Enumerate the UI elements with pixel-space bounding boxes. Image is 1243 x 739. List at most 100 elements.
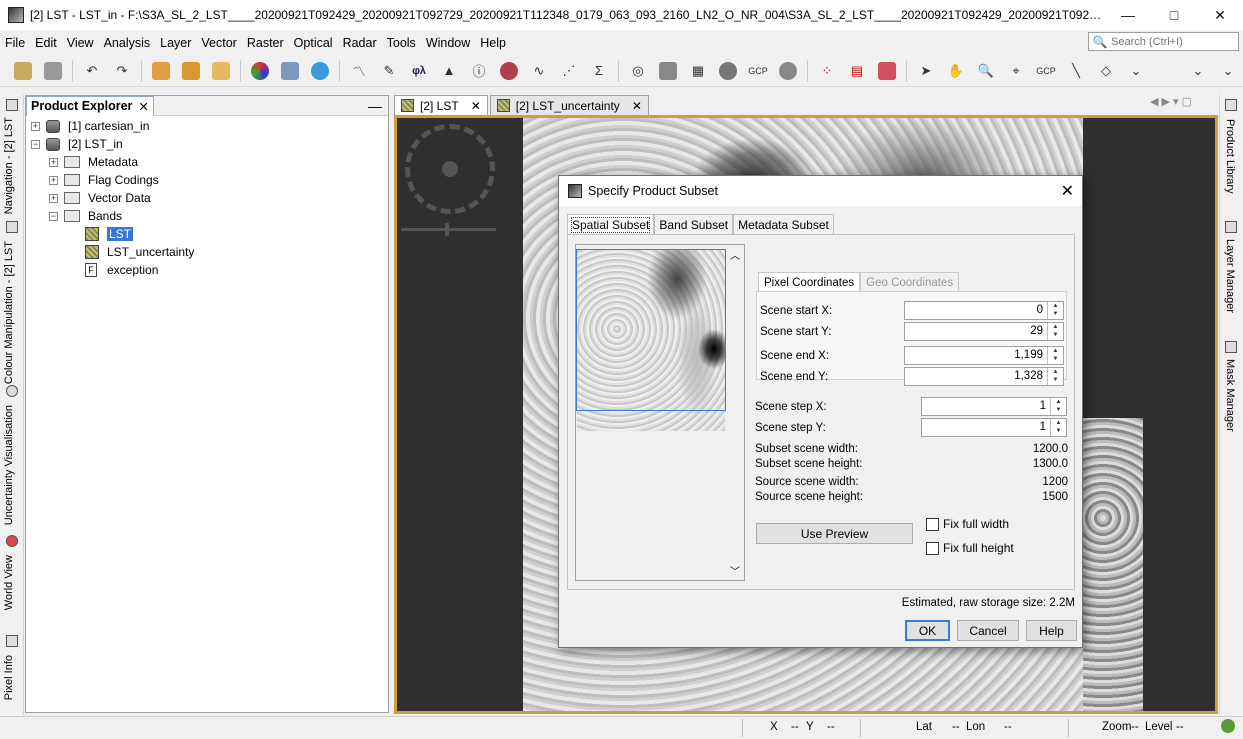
statistics-icon[interactable] [497, 59, 521, 83]
line-tool-icon[interactable]: ╲ [1064, 59, 1088, 83]
tree-node-metadata[interactable]: + Metadata [49, 153, 138, 171]
scene-step-y-spinner[interactable]: 1 ▲ ▼ [921, 418, 1067, 437]
scene-end-x-spinner[interactable]: 1,199 ▲ ▼ [904, 346, 1064, 365]
pan-tool-icon[interactable]: ✋ [944, 59, 968, 83]
use-preview-button[interactable]: Use Preview [756, 523, 913, 544]
grid-icon[interactable]: ▦ [686, 59, 710, 83]
spinner-arrows-icon[interactable]: ▲ ▼ [1050, 419, 1066, 436]
tab-spatial-subset[interactable]: Spatial Subset [567, 214, 655, 234]
scroll-up-icon[interactable]: ︿ [730, 247, 740, 262]
graph-builder-icon[interactable]: ⁘ [815, 59, 839, 83]
maximize-button[interactable]: □ [1151, 0, 1197, 30]
close-tab-icon[interactable]: ✕ [632, 99, 642, 113]
pan-control-icon[interactable] [405, 124, 495, 214]
menu-tools[interactable]: Tools [382, 36, 421, 50]
scroll-down-icon[interactable]: ﹀ [730, 563, 740, 578]
globe-icon[interactable] [776, 59, 800, 83]
close-tab-icon[interactable]: ✕ [471, 99, 481, 113]
undo-icon[interactable]: ↶ [80, 59, 104, 83]
image-view-icon[interactable] [875, 59, 899, 83]
tab-pixel-coordinates[interactable]: Pixel Coordinates [758, 272, 861, 292]
info-icon[interactable]: ⓘ [467, 59, 491, 83]
spinner-arrows-icon[interactable]: ▲ ▼ [1047, 302, 1063, 319]
expand-icon[interactable]: + [31, 121, 40, 131]
close-window-button[interactable]: ✕ [1197, 0, 1243, 30]
band-edit-icon[interactable] [209, 59, 233, 83]
expand-icon[interactable]: + [49, 157, 58, 167]
search-box[interactable]: 🔍 [1088, 32, 1239, 51]
mask-icon[interactable]: ◎ [626, 59, 650, 83]
spinner-arrows-icon[interactable]: ▲ ▼ [1050, 398, 1066, 415]
toolbar-overflow-icon-2[interactable]: ⌄ [1186, 59, 1210, 83]
tab-pixel-info[interactable]: Pixel Info [3, 655, 15, 700]
menu-raster[interactable]: Raster [242, 36, 289, 50]
pin-icon[interactable] [716, 59, 740, 83]
select-tool-icon[interactable]: ➤ [914, 59, 938, 83]
checkbox-box[interactable] [926, 517, 939, 531]
preview-scrollbar[interactable]: ︿ ﹀ [727, 245, 744, 580]
tab-metadata-subset[interactable]: Metadata Subset [733, 214, 834, 234]
tab-product-library[interactable]: Product Library [1224, 119, 1236, 194]
toolbar-overflow-icon[interactable]: ⌄ [1124, 59, 1148, 83]
tab-navigation-controls[interactable]: ◀ ▶ ▾ ▢ [1150, 95, 1192, 108]
spectrum-icon[interactable]: ∿ [527, 59, 551, 83]
toolbar-overflow-icon-3[interactable]: ⌄ [1216, 59, 1240, 83]
tab-layer-manager[interactable]: Layer Manager [1224, 239, 1236, 313]
tree-node-band-exception[interactable]: F exception [85, 261, 158, 279]
zoom-slider[interactable] [401, 223, 496, 236]
gcp-manager-icon[interactable]: GCP [746, 59, 770, 83]
tab-lst[interactable]: [2] LST ✕ [394, 95, 488, 115]
expand-icon[interactable]: + [49, 175, 58, 185]
tree-node-lst-in[interactable]: − [2] LST_in [31, 135, 123, 153]
tree-node-vector-data[interactable]: + Vector Data [49, 189, 151, 207]
open-product-icon[interactable] [11, 59, 35, 83]
tab-world-view[interactable]: World View [3, 555, 15, 610]
menu-edit[interactable]: Edit [30, 36, 62, 50]
profile-plot-icon[interactable]: 〽 [347, 59, 371, 83]
band-maths-icon[interactable] [149, 59, 173, 83]
expand-icon[interactable]: + [49, 193, 58, 203]
menu-view[interactable]: View [62, 36, 99, 50]
fix-full-height-checkbox[interactable]: Fix full height [926, 541, 1014, 555]
tab-uncertainty-visualisation[interactable]: Uncertainty Visualisation [3, 405, 15, 525]
tree-node-band-lst[interactable]: LST [85, 225, 134, 243]
scatter-plot-icon[interactable]: ⋰ [557, 59, 581, 83]
tab-band-subset[interactable]: Band Subset [654, 214, 734, 234]
tree-node-bands[interactable]: − Bands [49, 207, 122, 225]
tab-navigation[interactable]: Navigation - [2] LST [3, 117, 15, 214]
menu-file[interactable]: File [0, 36, 30, 50]
tab-lst-uncertainty[interactable]: [2] LST_uncertainty ✕ [489, 95, 649, 115]
close-icon[interactable]: ✕ [1061, 181, 1074, 201]
collapse-icon[interactable]: − [49, 211, 58, 221]
cancel-button[interactable]: Cancel [957, 620, 1019, 641]
histogram-icon[interactable]: ▲ [437, 59, 461, 83]
ok-button[interactable]: OK [905, 620, 950, 641]
tree-node-cartesian-in[interactable]: + [1] cartesian_in [31, 117, 149, 135]
close-icon[interactable]: ✕ [138, 99, 148, 114]
sum-icon[interactable]: Σ [587, 59, 611, 83]
help-button[interactable]: Help [1026, 620, 1077, 641]
band-add-icon[interactable] [179, 59, 203, 83]
pin-placing-tool-icon[interactable]: ⌖ [1004, 59, 1028, 83]
tree-node-flag-codings[interactable]: + Flag Codings [49, 171, 159, 189]
menu-radar[interactable]: Radar [338, 36, 382, 50]
zoom-slider-handle[interactable] [445, 223, 449, 236]
spinner-arrows-icon[interactable]: ▲ ▼ [1047, 323, 1063, 340]
menu-layer[interactable]: Layer [155, 36, 196, 50]
subset-region-selector[interactable] [576, 249, 726, 411]
gcp-placing-tool-icon[interactable]: GCP [1034, 59, 1058, 83]
scene-start-y-spinner[interactable]: 29 ▲ ▼ [904, 322, 1064, 341]
search-input[interactable] [1111, 35, 1231, 48]
redo-icon[interactable]: ↷ [110, 59, 134, 83]
fix-full-width-checkbox[interactable]: Fix full width [926, 517, 1009, 531]
scene-start-x-spinner[interactable]: 0 ▲ ▼ [904, 301, 1064, 320]
minimize-button[interactable]: — [1105, 0, 1151, 30]
tab-mask-manager[interactable]: Mask Manager [1224, 359, 1236, 432]
menu-analysis[interactable]: Analysis [99, 36, 156, 50]
spinner-arrows-icon[interactable]: ▲ ▼ [1047, 368, 1063, 385]
save-product-icon[interactable] [41, 59, 65, 83]
menu-optical[interactable]: Optical [289, 36, 338, 50]
zoom-tool-icon[interactable]: 🔍 [974, 59, 998, 83]
pin-manager-icon[interactable] [656, 59, 680, 83]
tab-colour-manipulation[interactable]: Colour Manipulation - [2] LST [3, 241, 15, 384]
